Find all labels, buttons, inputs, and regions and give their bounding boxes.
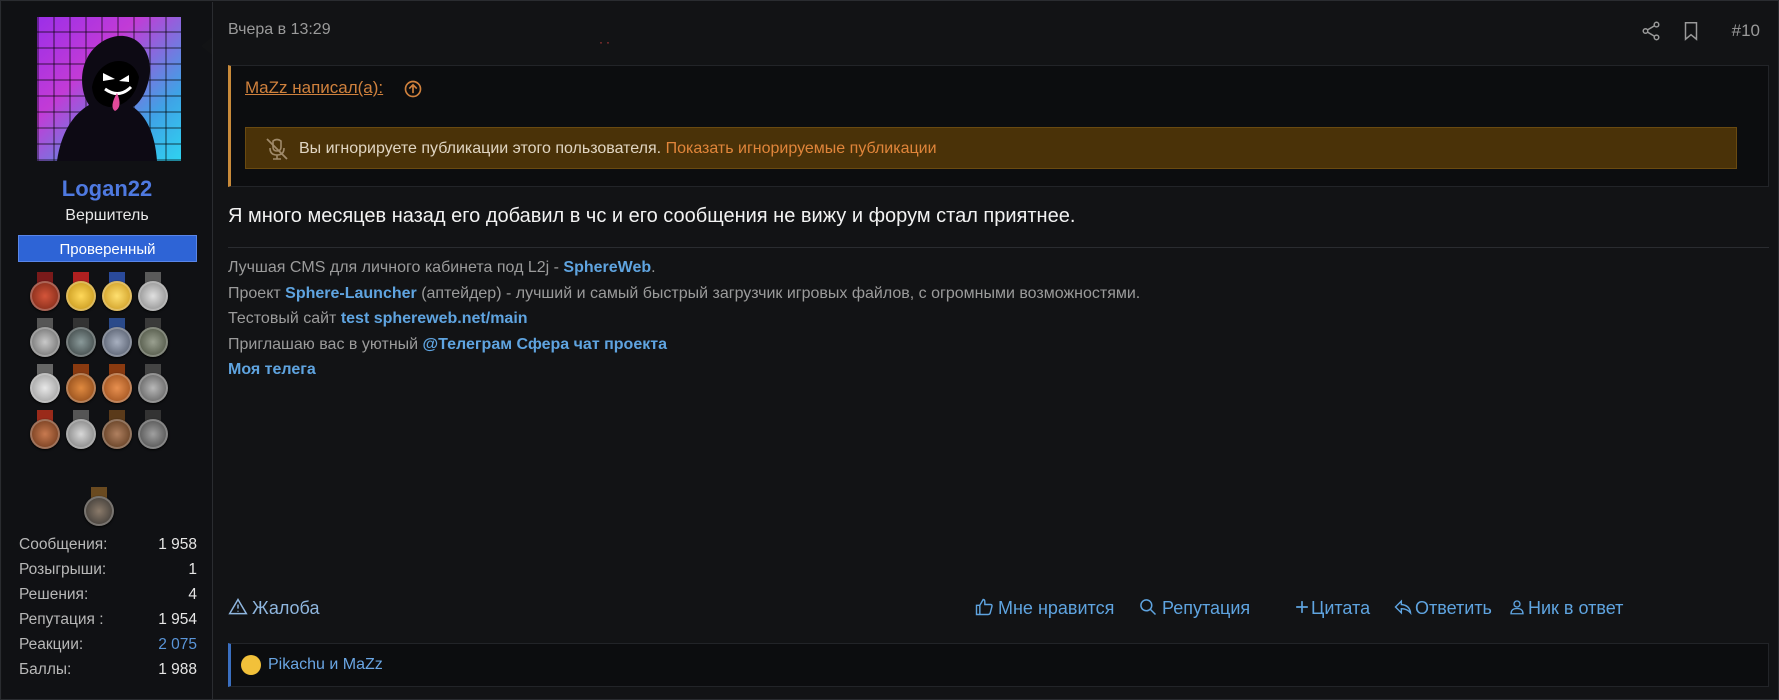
- signature-line: Проект Sphere-Launcher (аптейдер) - лучш…: [228, 284, 1141, 302]
- avatar[interactable]: [37, 17, 181, 161]
- telegram-chat-link[interactable]: @Телеграм Сфера чат проекта: [423, 336, 667, 353]
- sphere-launcher-link[interactable]: Sphere-Launcher: [285, 285, 417, 302]
- award-medal-icon[interactable]: [100, 410, 134, 450]
- bookmark-icon[interactable]: [1680, 20, 1702, 42]
- sphereweb-link[interactable]: SphereWeb: [563, 259, 651, 276]
- my-telegram-link[interactable]: Моя телега: [228, 361, 316, 378]
- mute-icon: [266, 138, 288, 160]
- thumbs-up-icon: [975, 598, 993, 616]
- stat-solutions: Решения: 4: [19, 586, 197, 603]
- signature-line: Лучшая CMS для личного кабинета под L2j …: [228, 259, 656, 276]
- signature-line: Приглашаю вас в уютный @Телеграм Сфера ч…: [228, 335, 667, 353]
- laugh-emoji-icon: [241, 655, 261, 675]
- ignored-text: Вы игнорируете публикации этого пользова…: [299, 140, 937, 157]
- quote-block: MaZz написал(а): Вы игнорируете публикац…: [228, 65, 1769, 187]
- post-number[interactable]: #10: [1732, 21, 1760, 41]
- award-medal-icon[interactable]: [64, 272, 98, 312]
- award-medal-icon[interactable]: [64, 318, 98, 358]
- award-medal-icon[interactable]: [28, 410, 62, 450]
- award-medal-icon[interactable]: [136, 318, 170, 358]
- verified-badge: Проверенный: [18, 235, 197, 262]
- warning-icon: [228, 598, 248, 615]
- post-main: Вчера в 13:29 ·· #10 MaZz написал(а): Вы…: [214, 2, 1778, 699]
- post-top-actions: #10: [1640, 17, 1760, 47]
- award-medal-icon[interactable]: [136, 364, 170, 404]
- signature-line: Тестовый сайт test sphereweb.net/main: [228, 310, 528, 327]
- reply-icon: [1394, 599, 1412, 616]
- signature-line: Моя телега: [228, 357, 1140, 383]
- ignored-notice: Вы игнорируете публикации этого пользова…: [245, 127, 1737, 169]
- test-site-link[interactable]: test sphereweb.net/main: [341, 310, 528, 327]
- quote-author-link[interactable]: MaZz написал(а):: [245, 78, 383, 98]
- stat-points: Баллы: 1 988: [19, 661, 197, 678]
- reactions-list-link[interactable]: Pikachu и MaZz: [268, 656, 383, 674]
- award-medal-icon[interactable]: [100, 364, 134, 404]
- post-frame: Logan22 Вершитель Проверенный Сообщения:…: [0, 0, 1779, 700]
- reactions-count-link[interactable]: 2 075: [158, 636, 197, 654]
- award-medal-icon[interactable]: [136, 272, 170, 312]
- reputation-button[interactable]: Репутация: [1138, 597, 1250, 619]
- user-icon: [1510, 600, 1524, 615]
- decorative-dots: ··: [599, 35, 613, 49]
- post-date[interactable]: Вчера в 13:29: [228, 21, 331, 39]
- award-medal-icon[interactable]: [82, 487, 116, 527]
- reply-button[interactable]: Ответить: [1393, 597, 1492, 619]
- username[interactable]: Logan22: [2, 176, 212, 202]
- award-medal-icon[interactable]: [100, 272, 134, 312]
- stat-reputation: Репутация : 1 954: [19, 611, 197, 628]
- arrow-up-circle-icon[interactable]: [403, 79, 423, 99]
- award-medal-icon[interactable]: [64, 364, 98, 404]
- show-ignored-link[interactable]: Показать игнорируемые публикации: [666, 140, 937, 157]
- stat-giveaways: Розыгрыши: 1: [19, 561, 197, 578]
- user-sidebar: Logan22 Вершитель Проверенный Сообщения:…: [2, 2, 213, 699]
- nick-reply-button[interactable]: Ник в ответ: [1508, 597, 1623, 619]
- signature: Лучшая CMS для личного кабинета под L2j …: [228, 255, 1140, 383]
- plus-icon: [1296, 601, 1308, 613]
- award-medal-icon[interactable]: [64, 410, 98, 450]
- post-actions: Жалоба Мне нравится Репутация Цитата Отв…: [214, 595, 1778, 621]
- award-medal-icon[interactable]: [28, 272, 62, 312]
- signature-divider: [228, 247, 1769, 248]
- award-medal-icon[interactable]: [136, 410, 170, 450]
- award-medal-icon[interactable]: [100, 318, 134, 358]
- report-button[interactable]: Жалоба: [228, 597, 319, 619]
- reactions-bar: Pikachu и MaZz: [228, 643, 1769, 687]
- award-medal-icon[interactable]: [28, 318, 62, 358]
- search-icon: [1140, 599, 1157, 616]
- stat-messages: Сообщения: 1 958: [19, 536, 197, 553]
- like-button[interactable]: Мне нравится: [974, 597, 1114, 619]
- quote-button[interactable]: Цитата: [1295, 597, 1370, 619]
- post-message: Я много месяцев назад его добавил в чс и…: [228, 205, 1076, 227]
- sidebar-notch: [201, 37, 212, 55]
- stat-reactions: Реакции: 2 075: [19, 636, 197, 654]
- award-medal-icon[interactable]: [28, 364, 62, 404]
- share-icon[interactable]: [1640, 20, 1662, 42]
- user-title: Вершитель: [65, 207, 149, 224]
